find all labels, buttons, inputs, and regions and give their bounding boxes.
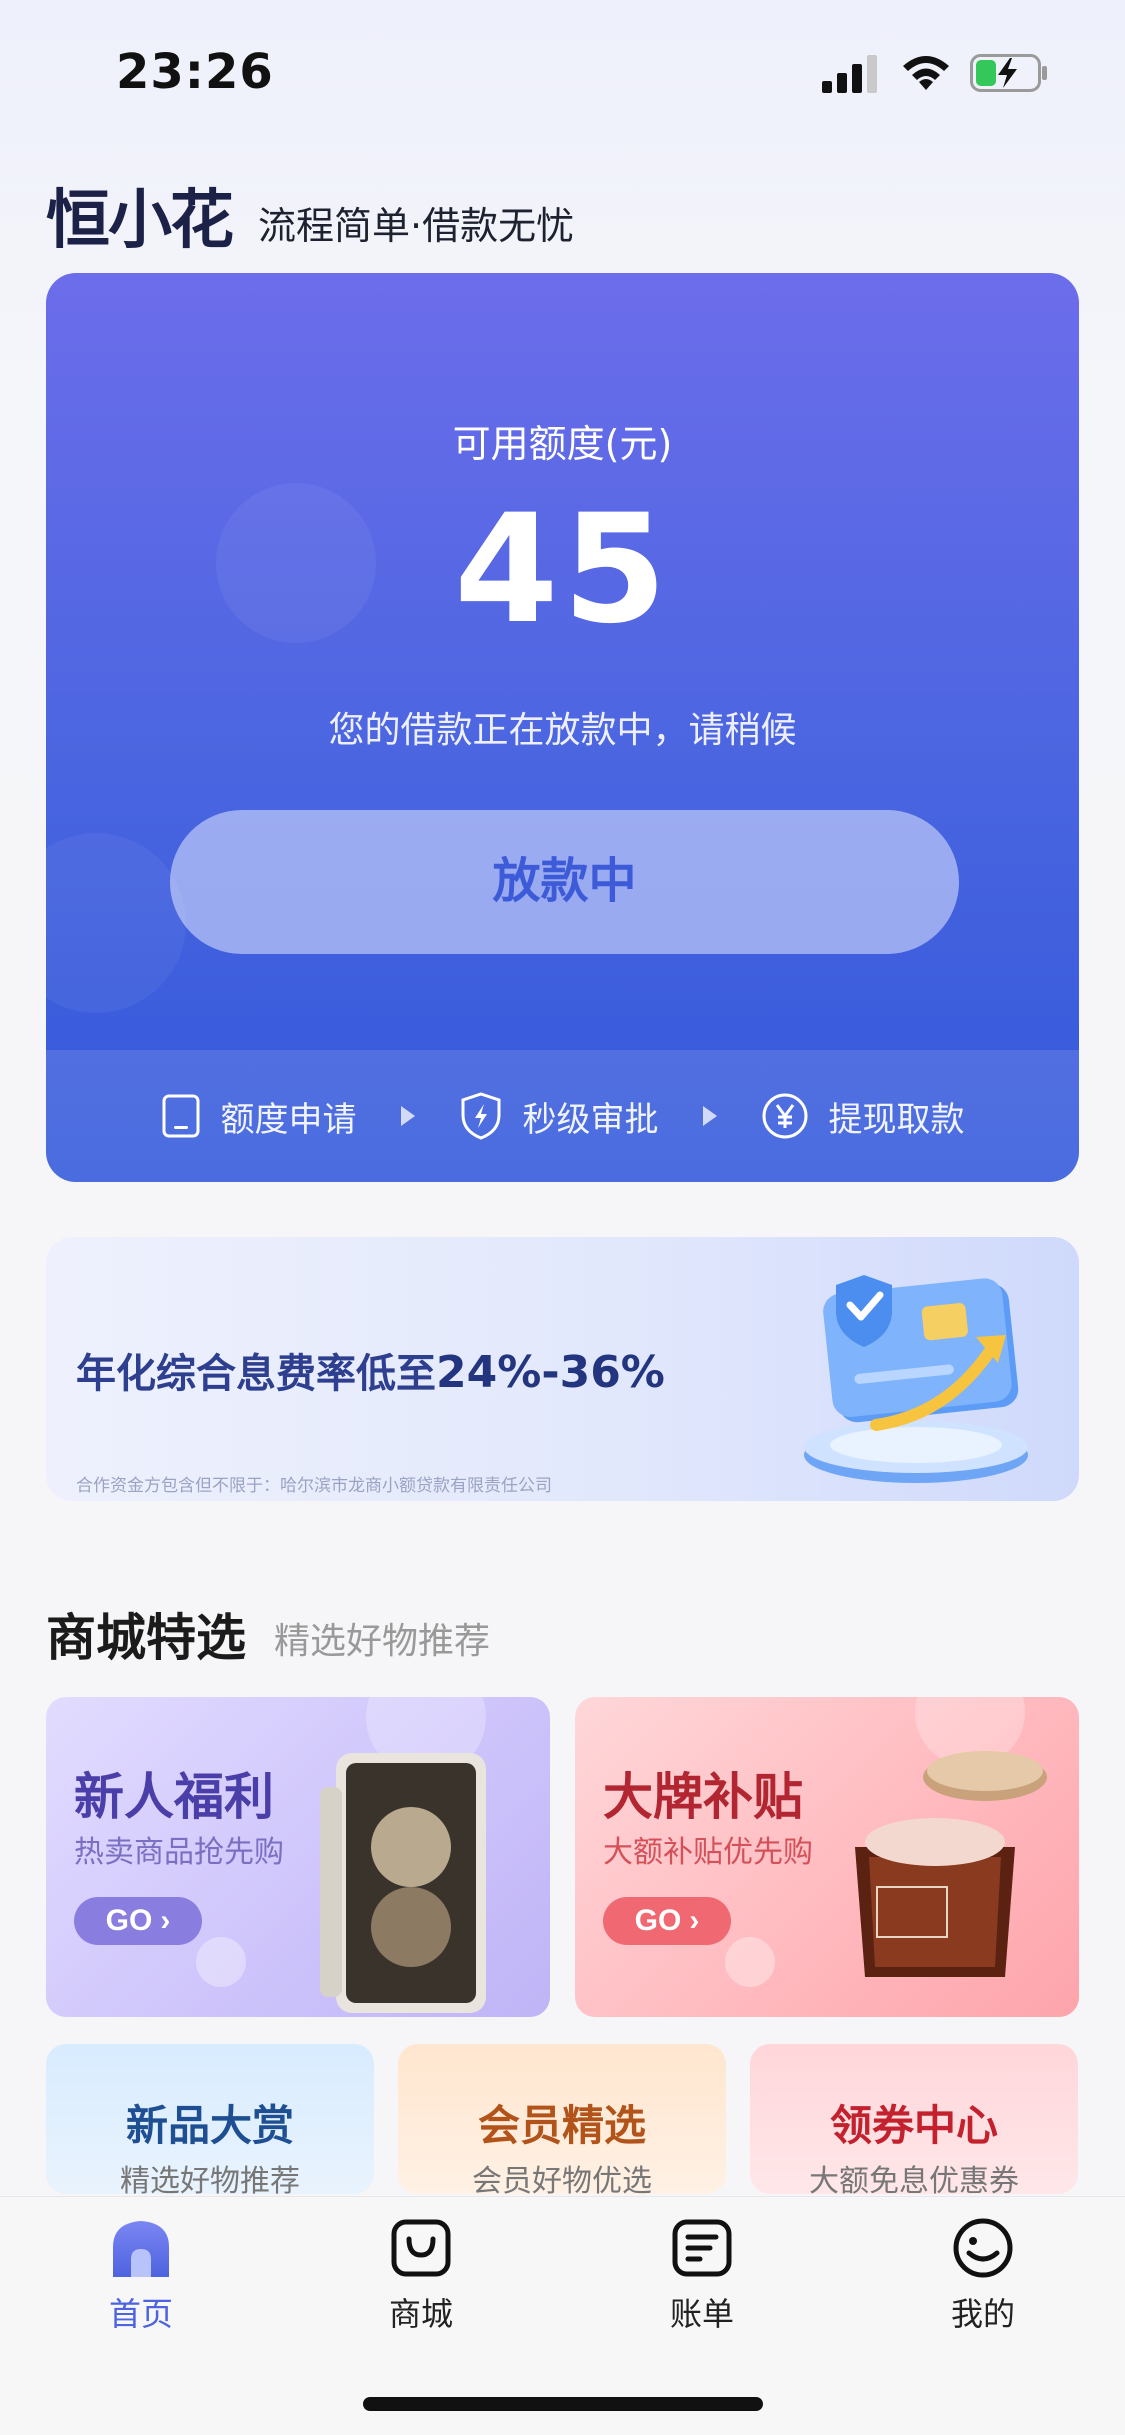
loan-status-text: 您的借款正在放款中，请稍候 bbox=[328, 710, 797, 751]
promo-card-brand-subsidy[interactable]: 大牌补贴 大额补贴优先购 GO › bbox=[575, 1697, 1079, 2017]
step-arrow-icon bbox=[400, 1106, 415, 1126]
tab-label: 账单 bbox=[669, 2295, 734, 2333]
shield-bolt-icon bbox=[461, 1092, 500, 1140]
status-bar: 23:26 bbox=[0, 0, 1125, 150]
cosmetic-jar-icon bbox=[855, 1751, 1047, 1977]
credit-card: 可用额度(元) 45 您的借款正在放款中，请稍候 放款中 额度申请 秒级审批 提… bbox=[46, 273, 1079, 1182]
brand-header: 恒小花 流程简单·借款无忧 bbox=[46, 186, 574, 256]
rate-prefix: 年化综合息费率低至 bbox=[76, 1351, 436, 1397]
chevron-right-icon: › bbox=[160, 1904, 171, 1937]
home-icon bbox=[113, 2221, 169, 2277]
app-logo: 恒小花 bbox=[46, 184, 234, 258]
tile-new-arrivals[interactable]: 新品大赏 精选好物推荐 bbox=[46, 2044, 374, 2194]
phone-icon bbox=[162, 1094, 199, 1138]
decor-bubble bbox=[46, 833, 186, 1013]
rate-banner[interactable]: 年化综合息费率低至24%-36% 合作资金方包含但不限于：哈尔滨市龙商小额贷款有… bbox=[46, 1237, 1079, 1501]
go-label: GO bbox=[634, 1904, 682, 1937]
tile-subtitle: 大额免息优惠券 bbox=[809, 2164, 1019, 2194]
smile-icon bbox=[953, 2218, 1013, 2278]
promo-title: 新人福利 bbox=[74, 1768, 274, 1826]
section-title: 商城特选 bbox=[46, 1609, 246, 1667]
decor-bubble bbox=[196, 1937, 246, 1987]
step-withdraw: 提现取款 bbox=[761, 1092, 965, 1141]
tile-subtitle: 精选好物推荐 bbox=[120, 2164, 300, 2194]
shopping-bag-icon bbox=[391, 2219, 451, 2277]
credit-card-shield-icon bbox=[804, 1275, 1028, 1483]
credit-label: 可用额度(元) bbox=[452, 422, 673, 466]
step-label: 提现取款 bbox=[828, 1099, 965, 1140]
tile-title: 领券中心 bbox=[829, 2101, 998, 2150]
promo-subtitle: 热卖商品抢先购 bbox=[74, 1835, 284, 1870]
wifi-icon bbox=[903, 56, 949, 90]
battery-charging-icon bbox=[970, 54, 1047, 92]
step-fast-approval: 秒级审批 bbox=[459, 1091, 659, 1141]
tab-label: 我的 bbox=[950, 2295, 1015, 2333]
tile-subtitle: 会员好物优选 bbox=[472, 2164, 652, 2194]
promo-subtitle: 大额补贴优先购 bbox=[603, 1835, 813, 1870]
rate-text: 年化综合息费率低至24%-36% bbox=[76, 1341, 665, 1399]
tablet-icon bbox=[320, 1753, 486, 2013]
tab-profile[interactable]: 我的 bbox=[903, 2217, 1063, 2347]
tile-coupon-center[interactable]: 领券中心 大额免息优惠券 bbox=[750, 2044, 1078, 2194]
tab-mall[interactable]: 商城 bbox=[341, 2217, 501, 2347]
yen-icon bbox=[762, 1093, 807, 1139]
home-indicator bbox=[363, 2397, 763, 2411]
tile-title: 会员精选 bbox=[477, 2101, 646, 2150]
bill-icon bbox=[672, 2219, 732, 2277]
promo-title: 大牌补贴 bbox=[603, 1768, 803, 1826]
step-arrow-icon bbox=[702, 1106, 717, 1126]
rate-highlight: 24%-36% bbox=[436, 1347, 665, 1398]
credit-amount: 45 bbox=[454, 483, 671, 657]
tile-title: 新品大赏 bbox=[125, 2101, 294, 2150]
step-label: 秒级审批 bbox=[522, 1099, 659, 1140]
go-button[interactable]: GO › bbox=[603, 1897, 731, 1945]
promo-card-newcomer[interactable]: 新人福利 热卖商品抢先购 GO › bbox=[46, 1697, 550, 2017]
step-quota-apply: 额度申请 bbox=[161, 1092, 357, 1141]
step-label: 额度申请 bbox=[220, 1099, 357, 1140]
disbursing-button[interactable]: 放款中 bbox=[170, 810, 959, 954]
signal-icon bbox=[822, 55, 877, 93]
status-time: 23:26 bbox=[116, 44, 274, 100]
process-steps: 额度申请 秒级审批 提现取款 bbox=[46, 1050, 1079, 1182]
section-subtitle: 精选好物推荐 bbox=[274, 1621, 491, 1662]
decor-bubble bbox=[725, 1937, 775, 1987]
tab-home[interactable]: 首页 bbox=[61, 2217, 221, 2347]
tab-bill[interactable]: 账单 bbox=[622, 2217, 782, 2347]
tile-member-picks[interactable]: 会员精选 会员好物优选 bbox=[398, 2044, 726, 2194]
app-slogan: 流程简单·借款无忧 bbox=[258, 204, 575, 248]
chevron-right-icon: › bbox=[689, 1904, 700, 1937]
tab-label: 商城 bbox=[388, 2295, 453, 2333]
go-label: GO bbox=[105, 1904, 153, 1937]
tab-label: 首页 bbox=[108, 2295, 173, 2333]
partner-note: 合作资金方包含但不限于：哈尔滨市龙商小额贷款有限责任公司 bbox=[76, 1476, 552, 1496]
go-button[interactable]: GO › bbox=[74, 1897, 202, 1945]
